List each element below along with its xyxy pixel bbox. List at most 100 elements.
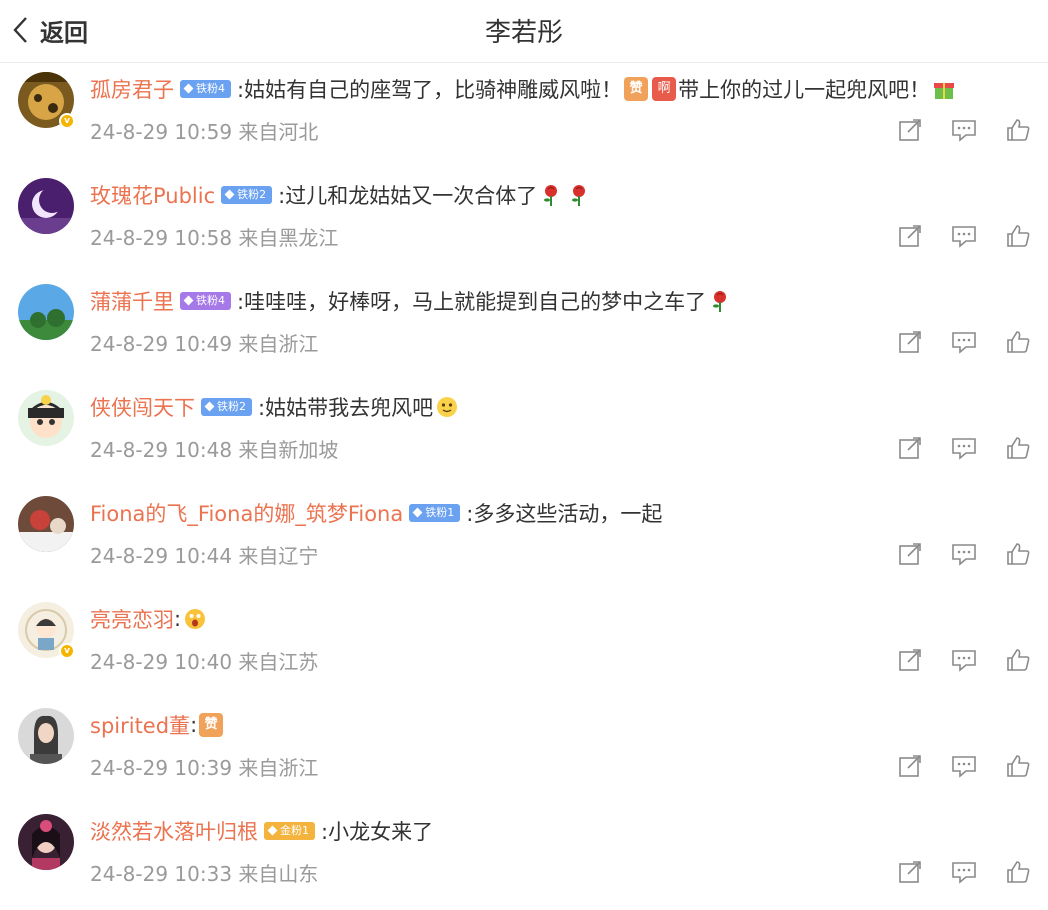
comment-actions: [894, 538, 1034, 570]
share-icon[interactable]: [894, 220, 926, 252]
username[interactable]: 侠侠闯天下: [90, 392, 195, 422]
share-icon[interactable]: [894, 538, 926, 570]
rose-emoji-icon: [567, 183, 591, 207]
comment-text: :哇哇哇，好棒呀，马上就能提到自己的梦中之车了: [237, 290, 707, 314]
comment-meta: 24-8-29 10:39 来自浙江: [90, 756, 319, 780]
comment-icon[interactable]: [948, 432, 980, 464]
comment-icon[interactable]: [948, 750, 980, 782]
comment-item: 侠侠闯天下 铁粉2 :姑姑带我去兜风吧 24-8-29 10:48 来自新加坡: [0, 380, 1048, 486]
comment-icon[interactable]: [948, 644, 980, 676]
comment-actions: [894, 644, 1034, 676]
comment-item: Fiona的飞_Fiona的娜_筑梦Fiona 铁粉1 :多多这些活动，一起 24-8…: [0, 486, 1048, 592]
smile-emoji-icon: [435, 395, 459, 419]
comment-text: :姑姑带我去兜风吧: [258, 396, 434, 420]
comment-meta: 24-8-29 10:44 来自辽宁: [90, 544, 319, 568]
verified-badge-icon: v: [59, 113, 75, 129]
fan-level-label: 铁粉1: [425, 506, 455, 519]
share-icon[interactable]: [894, 644, 926, 676]
avatar[interactable]: [18, 284, 74, 340]
like-icon[interactable]: [1002, 538, 1034, 570]
comment-icon[interactable]: [948, 220, 980, 252]
avatar[interactable]: [18, 178, 74, 234]
rose-emoji-icon: [539, 183, 563, 207]
avatar[interactable]: v: [18, 602, 75, 659]
comment-actions: [894, 856, 1034, 888]
avatar[interactable]: [18, 708, 74, 764]
comment-item: 蒲蒲千里 铁粉4 :哇哇哇，好棒呀，马上就能提到自己的梦中之车了 24-8-29 10…: [0, 274, 1048, 380]
gift-emoji-icon: [932, 77, 956, 101]
share-icon[interactable]: [894, 432, 926, 464]
comment-item: v 孤房君子 铁粉4 :姑姑有自己的座驾了，比骑神雕威风啦！赞啊带上你的过儿一起兜风吧…: [0, 62, 1048, 168]
diamond-icon: [412, 507, 423, 517]
comment-actions: [894, 750, 1034, 782]
diamond-icon: [204, 401, 215, 411]
fan-level-label: 铁粉2: [217, 400, 246, 413]
fan-level-badge: 铁粉1: [409, 504, 461, 522]
diamond-icon: [183, 83, 194, 93]
username[interactable]: 蒲蒲千里: [90, 286, 174, 316]
comment-text: :小龙女来了: [321, 820, 434, 844]
username[interactable]: 玫瑰花Public: [90, 180, 215, 210]
emoji-zan-icon: 赞: [624, 77, 649, 101]
fan-level-label: 铁粉2: [237, 188, 267, 201]
comment-icon[interactable]: [948, 856, 980, 888]
avatar[interactable]: [18, 496, 74, 552]
comment-actions: [894, 114, 1034, 146]
comment-text: :姑姑有自己的座驾了，比骑神雕威风啦！: [237, 78, 623, 102]
like-icon[interactable]: [1002, 750, 1034, 782]
emoji-zan-icon: 赞: [199, 713, 224, 737]
comment-icon[interactable]: [948, 538, 980, 570]
share-icon[interactable]: [894, 326, 926, 358]
fan-level-label: 金粉1: [280, 824, 309, 837]
comment-meta: 24-8-29 10:49 来自浙江: [90, 332, 319, 356]
comment-item: v 亮亮恋羽: 24-8-29 10:40 来自江苏: [0, 592, 1048, 698]
comment-meta: 24-8-29 10:59 来自河北: [90, 120, 319, 144]
share-icon[interactable]: [894, 750, 926, 782]
rose-emoji-icon: [708, 289, 732, 313]
fan-level-badge: 铁粉4: [180, 80, 231, 98]
comment-actions: [894, 326, 1034, 358]
comment-actions: [894, 432, 1034, 464]
avatar[interactable]: [18, 390, 74, 446]
comment-text-continued: 带上你的过儿一起兜风吧！: [678, 78, 931, 102]
comment-icon[interactable]: [948, 326, 980, 358]
share-icon[interactable]: [894, 856, 926, 888]
username[interactable]: 亮亮恋羽: [90, 604, 174, 634]
username[interactable]: 孤房君子: [90, 74, 174, 104]
like-icon[interactable]: [1002, 856, 1034, 888]
fan-level-badge: 铁粉2: [221, 186, 273, 204]
avatar[interactable]: [18, 814, 74, 870]
fan-level-badge: 铁粉4: [180, 292, 231, 310]
username[interactable]: 淡然若水落叶归根: [90, 816, 258, 846]
comment-item: 玫瑰花Public 铁粉2 :过儿和龙姑姑又一次合体了 24-8-29 10:58 来…: [0, 168, 1048, 274]
comment-icon[interactable]: [948, 114, 980, 146]
like-icon[interactable]: [1002, 432, 1034, 464]
like-icon[interactable]: [1002, 220, 1034, 252]
like-icon[interactable]: [1002, 644, 1034, 676]
emoji-a-icon: 啊: [652, 77, 677, 101]
username[interactable]: Fiona的飞_Fiona的娜_筑梦Fiona: [90, 498, 403, 528]
share-icon[interactable]: [894, 114, 926, 146]
avatar[interactable]: v: [18, 72, 75, 129]
comment-text: :: [190, 713, 198, 737]
comment-list: v 孤房君子 铁粉4:姑姑有自己的座驾了，比骑神雕威风啦！赞啊带上你的过儿一起兜风吧…: [0, 62, 1048, 910]
like-icon[interactable]: [1002, 326, 1034, 358]
comment-text: :多多这些活动，一起: [466, 502, 663, 526]
diamond-icon: [267, 825, 278, 835]
comment-item: spirited董: 赞 24-8-29 10:39 来自浙江: [0, 698, 1048, 804]
fan-level-badge: 铁粉2: [201, 398, 252, 416]
fan-level-label: 铁粉4: [196, 294, 225, 307]
comment-text: :过儿和龙姑姑又一次合体了: [278, 184, 538, 208]
comment-meta: 24-8-29 10:48 来自新加坡: [90, 438, 339, 462]
verified-badge-icon: v: [59, 643, 75, 659]
comment-meta: 24-8-29 10:33 来自山东: [90, 862, 319, 886]
diamond-icon: [224, 189, 235, 199]
fan-level-label: 铁粉4: [196, 82, 225, 95]
comment-meta: 24-8-29 10:58 来自黑龙江: [90, 226, 339, 250]
comment-meta: 24-8-29 10:40 来自江苏: [90, 650, 319, 674]
page-title: 李若彤: [484, 18, 563, 48]
top-bar: 返回 李若彤: [0, 0, 1048, 63]
comment-item: 淡然若水落叶归根 金粉1 :小龙女来了 24-8-29 10:33 来自山东: [0, 804, 1048, 910]
like-icon[interactable]: [1002, 114, 1034, 146]
username[interactable]: spirited董: [90, 710, 190, 740]
